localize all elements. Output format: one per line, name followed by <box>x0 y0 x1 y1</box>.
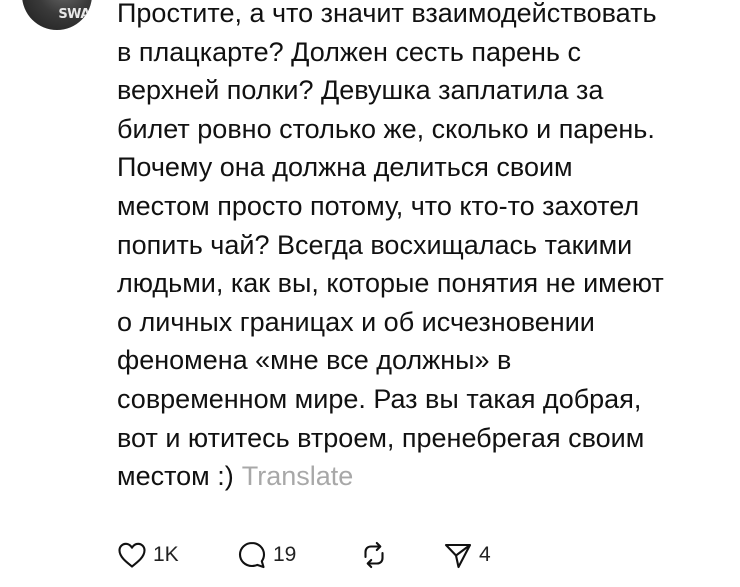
speech-bubble-icon <box>237 540 267 570</box>
reply-button[interactable]: 19 <box>237 540 359 570</box>
share-button[interactable]: 4 <box>443 540 491 570</box>
translate-link[interactable]: Translate <box>242 461 354 491</box>
like-button[interactable]: 1K <box>117 541 237 569</box>
heart-icon <box>117 541 147 569</box>
share-count: 4 <box>479 543 491 566</box>
action-bar: 1K 19 4 <box>117 537 491 573</box>
avatar-lettering: SWA <box>58 7 90 22</box>
repost-button[interactable] <box>359 540 443 570</box>
comment-text: Простите, а что значит взаимодействовать… <box>117 0 664 492</box>
reply-count: 19 <box>273 543 297 566</box>
repost-icon <box>359 540 389 570</box>
comment-body: Простите, а что значит взаимодействовать… <box>117 0 727 496</box>
like-count: 1K <box>153 543 179 566</box>
avatar[interactable]: SWA <box>22 0 92 30</box>
send-icon <box>443 540 473 570</box>
